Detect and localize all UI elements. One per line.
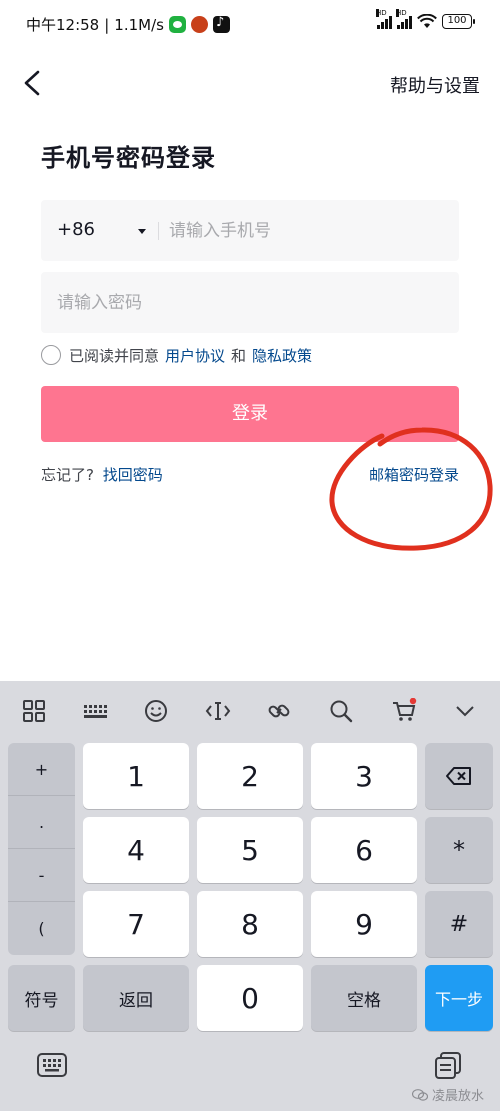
wechat-icon [168,16,186,33]
keyboard-toolbar [0,681,500,739]
key-9[interactable]: 9 [311,891,417,957]
keyboard-icon[interactable] [82,698,108,724]
signal-icon: HD [376,8,392,29]
key-7[interactable]: 7 [83,891,189,957]
recover-password-link[interactable]: 找回密码 [103,466,163,484]
country-code-selector[interactable]: +86 [57,219,95,240]
key-minus[interactable]: - [8,849,75,902]
phone-field: +86 [41,200,459,261]
key-3[interactable]: 3 [311,743,417,809]
key-1[interactable]: 1 [83,743,189,809]
cursor-move-icon[interactable] [205,698,231,724]
forgot-row: 忘记了? 找回密码 [41,464,163,485]
agreement-checkbox[interactable] [41,345,61,365]
status-separator: | [104,15,110,34]
search-icon[interactable] [328,698,354,724]
backspace-icon [446,767,471,785]
status-bar: 中午12:58 | 1.1M/s HD HD 100 [0,0,500,46]
status-net-speed: 1.1M/s [114,15,164,34]
signal-icon-2: HD [396,8,412,29]
tiktok-icon [212,15,230,33]
keyboard-switch-icon[interactable] [36,1050,68,1080]
key-paren[interactable]: ( [8,902,75,955]
back-arrow-icon[interactable] [16,66,52,102]
page-title: 手机号密码登录 [41,144,216,172]
key-hash[interactable]: # [425,891,493,957]
key-4[interactable]: 4 [83,817,189,883]
status-time: 中午12:58 [26,16,100,34]
return-key[interactable]: 返回 [83,965,189,1031]
email-login-link[interactable]: 邮箱密码登录 [369,464,459,485]
backspace-key[interactable] [425,743,493,809]
emoji-icon[interactable] [143,698,169,724]
key-0[interactable]: 0 [197,965,303,1031]
password-input[interactable] [57,272,447,333]
agreement-and: 和 [231,346,247,365]
agreement-row: 已阅读并同意 用户协议 和 隐私政策 [41,344,312,366]
phone-input[interactable] [169,200,449,261]
link-icon[interactable] [266,698,292,724]
taobao-icon [190,16,208,33]
field-divider [158,222,159,240]
symbol-key[interactable]: 符号 [8,965,75,1031]
forgot-prefix: 忘记了? [41,466,94,484]
watermark-text: 凌晨放水 [431,1089,484,1104]
red-circle-annotation [329,427,493,551]
wifi-icon [417,14,437,28]
collapse-chevron-icon[interactable] [452,698,478,724]
password-field [41,272,459,333]
dropdown-arrow-icon[interactable] [138,229,146,234]
agreement-prefix: 已阅读并同意 [69,346,160,365]
key-star[interactable]: * [425,817,493,883]
key-dot[interactable]: . [8,796,75,849]
space-key[interactable]: 空格 [311,965,417,1031]
key-6[interactable]: 6 [311,817,417,883]
login-button[interactable]: 登录 [41,386,459,442]
wechat-mark-icon [411,1088,428,1101]
status-right: HD HD 100 [376,8,475,29]
key-8[interactable]: 8 [197,891,303,957]
status-left: 中午12:58 | 1.1M/s [26,14,230,35]
help-settings-link[interactable]: 帮助与设置 [390,72,480,98]
clipboard-icon[interactable] [432,1050,464,1080]
cart-icon[interactable] [391,698,417,724]
key-2[interactable]: 2 [197,743,303,809]
key-plus[interactable]: + [8,743,75,796]
symbol-column: + . - ( [8,743,75,955]
numeric-keyboard: + . - ( 1 2 3 4 5 6 * 7 8 9 # 符号 返回 0 空格… [0,681,500,1111]
battery-icon: 100 [442,14,475,29]
next-step-key[interactable]: 下一步 [425,965,493,1031]
grid-menu-icon[interactable] [21,698,47,724]
watermark: 凌晨放水 [411,1085,484,1104]
privacy-policy-link[interactable]: 隐私政策 [252,345,312,366]
user-agreement-link[interactable]: 用户协议 [165,345,225,366]
key-5[interactable]: 5 [197,817,303,883]
